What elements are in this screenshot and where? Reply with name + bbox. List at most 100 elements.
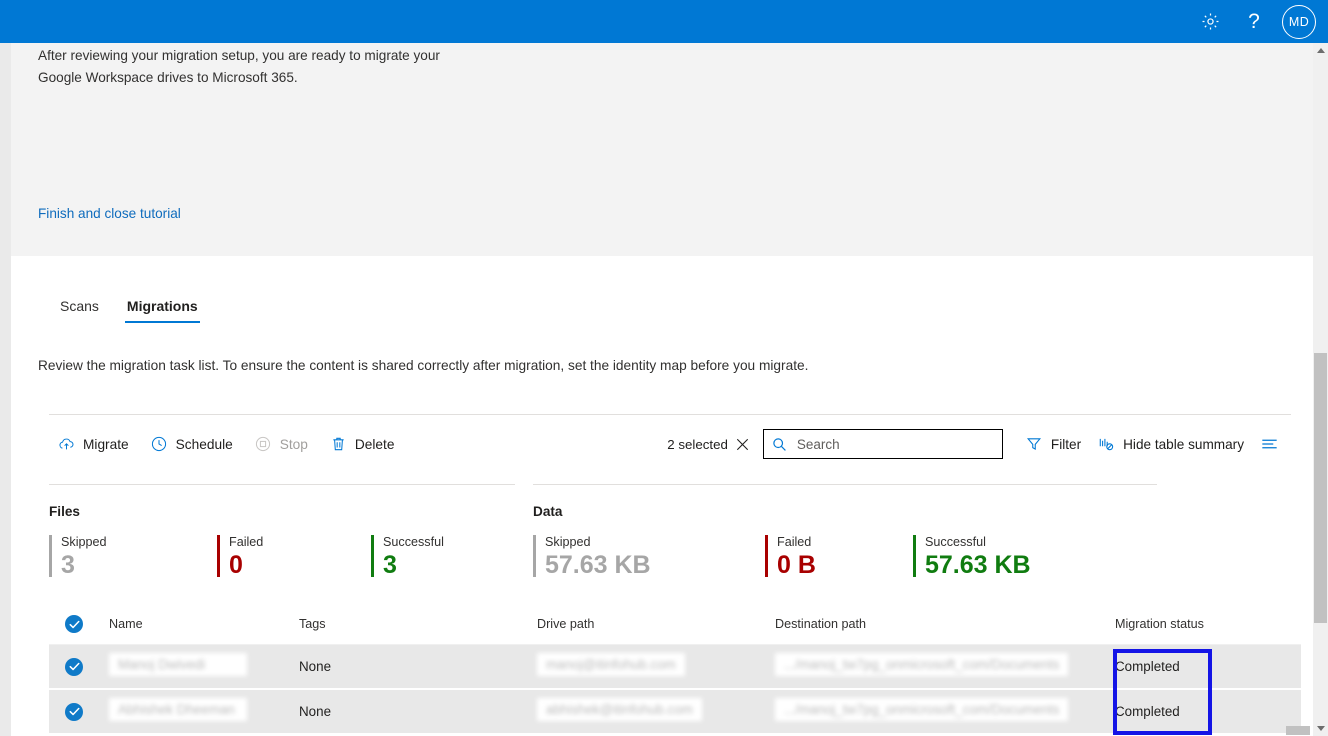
- horizontal-scrollbar-thumb[interactable]: [1286, 726, 1310, 735]
- column-header-destination-path[interactable]: Destination path: [775, 617, 1115, 631]
- files-summary-title: Files: [49, 504, 80, 519]
- cell-destination-path-text: .../manoj_tw7pg_onmicrosoft_com/Document…: [775, 652, 1069, 676]
- data-successful-value: 57.63 KB: [925, 551, 1031, 579]
- finish-and-close-tutorial-link[interactable]: Finish and close tutorial: [38, 206, 181, 221]
- filter-button[interactable]: Filter: [1017, 428, 1089, 460]
- stop-label: Stop: [279, 436, 308, 452]
- avatar-initials: MD: [1288, 14, 1310, 29]
- data-summary-divider: [533, 484, 1157, 485]
- data-successful-label: Successful: [925, 535, 986, 549]
- clock-icon: [151, 436, 168, 453]
- search-icon: [772, 437, 789, 452]
- data-failed-bar: [765, 535, 768, 577]
- selected-count-label: 2 selected: [667, 436, 728, 452]
- column-header-name[interactable]: Name: [99, 617, 299, 631]
- search-input[interactable]: Search: [762, 429, 1003, 459]
- table-row[interactable]: Manoj Dwivedi None manoj@itinfohub.com .…: [49, 645, 1301, 690]
- avatar[interactable]: MD: [1282, 4, 1316, 39]
- commandbar-top-divider: [49, 414, 1291, 415]
- migrate-label: Migrate: [83, 436, 129, 452]
- cell-destination-path: .../manoj_tw7pg_onmicrosoft_com/Document…: [775, 697, 1115, 726]
- cell-drive-path-text: abhishek@itinfohub.com: [537, 697, 702, 721]
- files-failed-label: Failed: [229, 535, 264, 549]
- row-checkbox[interactable]: [65, 657, 83, 676]
- gear-icon[interactable]: [1188, 0, 1232, 43]
- scroll-down-arrow-icon[interactable]: [1313, 720, 1328, 736]
- cell-drive-path-text: manoj@itinfohub.com: [537, 652, 685, 676]
- files-failed-stat: Failed 0: [217, 535, 371, 580]
- cell-name-text: Manoj Dwivedi: [109, 652, 247, 676]
- cell-drive-path: abhishek@itinfohub.com: [537, 697, 775, 726]
- clear-selection-icon[interactable]: [735, 436, 751, 452]
- help-icon[interactable]: ?: [1232, 0, 1276, 43]
- chart-hide-icon: [1097, 435, 1115, 453]
- table-row[interactable]: Abhishek Dheeman None abhishek@itinfohub…: [49, 690, 1301, 735]
- cell-drive-path: manoj@itinfohub.com: [537, 652, 775, 681]
- trash-icon: [330, 436, 347, 453]
- cell-name-text: Abhishek Dheeman: [109, 697, 247, 721]
- data-successful-stat: Successful 57.63 KB: [913, 535, 1031, 580]
- files-failed-bar: [217, 535, 220, 577]
- scroll-up-arrow-icon[interactable]: [1313, 43, 1328, 59]
- tab-scans-label: Scans: [60, 298, 99, 314]
- schedule-button[interactable]: Schedule: [140, 428, 244, 460]
- files-summary-divider: [49, 484, 515, 485]
- filter-label: Filter: [1050, 436, 1082, 452]
- main-content: Scans Migrations Review the migration ta…: [11, 256, 1313, 736]
- files-failed-value: 0: [229, 551, 243, 579]
- files-skipped-value: 3: [61, 551, 75, 579]
- files-successful-stat: Successful 3: [371, 535, 444, 580]
- tutorial-body-text: After reviewing your migration setup, yo…: [38, 48, 440, 85]
- vertical-scrollbar-thumb[interactable]: [1314, 353, 1327, 623]
- cell-tags: None: [299, 659, 332, 674]
- vertical-scrollbar[interactable]: [1313, 43, 1328, 736]
- data-summary-title: Data: [533, 504, 563, 519]
- select-all-checkbox[interactable]: [65, 615, 83, 633]
- list-options-icon[interactable]: [1252, 428, 1278, 460]
- select-all-checkbox-cell: [49, 615, 99, 633]
- cell-migration-status: Completed: [1115, 659, 1180, 674]
- migrate-button[interactable]: Migrate: [49, 428, 140, 460]
- tab-scans[interactable]: Scans: [49, 298, 113, 323]
- row-checkbox-cell: [49, 702, 99, 721]
- tab-migrations-label: Migrations: [126, 298, 198, 314]
- cell-tags: None: [299, 704, 332, 719]
- column-header-tags[interactable]: Tags: [299, 617, 537, 631]
- tutorial-panel: After reviewing your migration setup, yo…: [11, 43, 1313, 256]
- files-skipped-label: Skipped: [61, 535, 107, 549]
- search-placeholder: Search: [796, 436, 840, 452]
- data-failed-stat: Failed 0 B: [765, 535, 913, 580]
- cell-name: Manoj Dwivedi: [99, 652, 299, 681]
- data-failed-value: 0 B: [777, 551, 816, 579]
- stop-button: Stop: [244, 428, 319, 460]
- data-skipped-bar: [533, 535, 536, 577]
- cell-migration-status: Completed: [1115, 704, 1180, 719]
- delete-button[interactable]: Delete: [319, 428, 406, 460]
- data-skipped-value: 57.63 KB: [545, 551, 651, 579]
- data-skipped-stat: Skipped 57.63 KB: [533, 535, 765, 580]
- command-bar: Migrate Schedule Stop Delete: [49, 428, 405, 460]
- left-edge-strip: [0, 43, 11, 736]
- command-bar-right: 2 selected Search Filter Hide table summ…: [667, 428, 1278, 460]
- row-checkbox-cell: [49, 657, 99, 676]
- data-skipped-label: Skipped: [545, 535, 591, 549]
- files-successful-value: 3: [383, 551, 397, 579]
- cell-destination-path: .../manoj_tw7pg_onmicrosoft_com/Document…: [775, 652, 1115, 681]
- column-header-drive-path[interactable]: Drive path: [537, 617, 775, 631]
- data-successful-bar: [913, 535, 916, 577]
- data-failed-label: Failed: [777, 535, 812, 549]
- help-glyph: ?: [1248, 10, 1260, 33]
- data-summary: Data Skipped 57.63 KB Failed 0 B Success…: [533, 504, 1031, 580]
- cloud-upload-icon: [58, 436, 75, 453]
- table-header-row: Name Tags Drive path Destination path Mi…: [49, 604, 1301, 645]
- app-root: ? MD After reviewing your migration setu…: [0, 0, 1328, 736]
- files-skipped-stat: Skipped 3: [49, 535, 217, 580]
- column-header-migration-status[interactable]: Migration status: [1115, 617, 1301, 631]
- tab-migrations[interactable]: Migrations: [113, 298, 212, 323]
- hide-table-summary-label: Hide table summary: [1123, 436, 1244, 452]
- cell-name: Abhishek Dheeman: [99, 697, 299, 726]
- files-summary-row: Skipped 3 Failed 0 Successful 3: [49, 535, 444, 580]
- row-checkbox[interactable]: [65, 702, 83, 721]
- files-skipped-bar: [49, 535, 52, 577]
- hide-table-summary-button[interactable]: Hide table summary: [1089, 428, 1252, 460]
